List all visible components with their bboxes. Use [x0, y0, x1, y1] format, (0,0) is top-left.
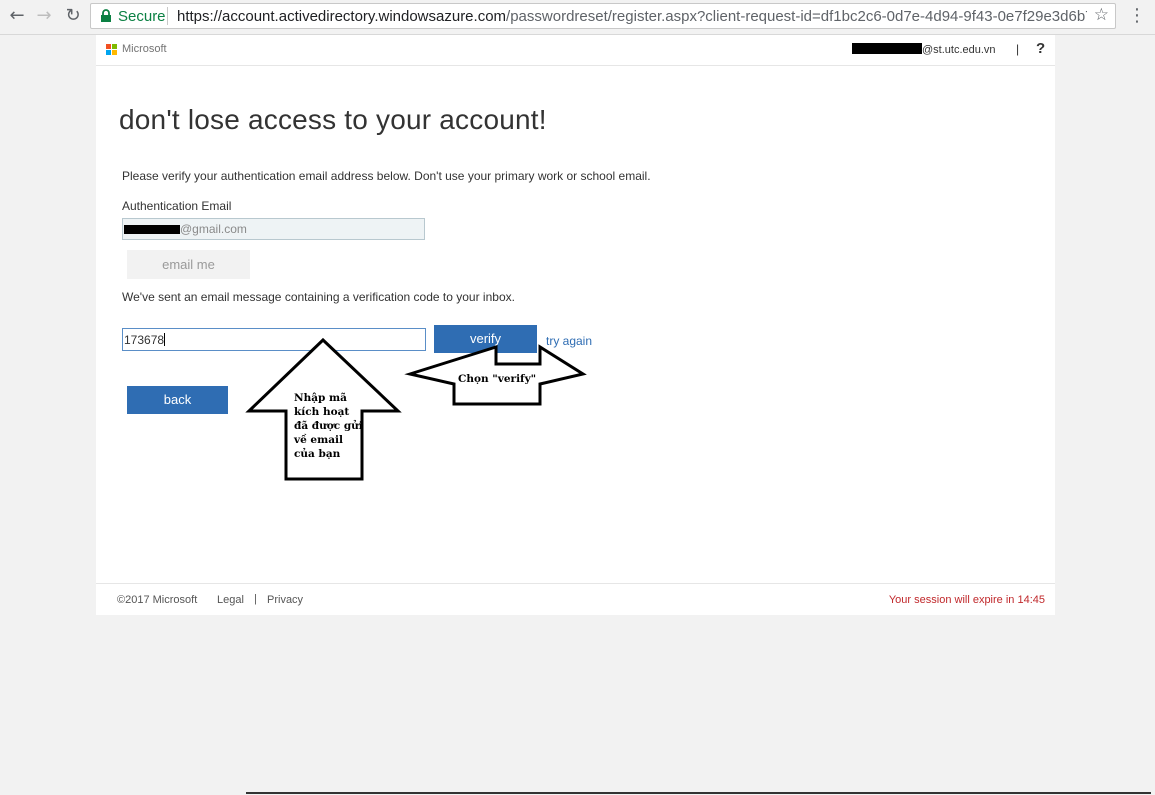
page-footer: ©2017 Microsoft Legal | Privacy Your ses…: [96, 583, 1055, 616]
auth-email-suffix: @gmail.com: [180, 222, 247, 236]
auth-email-field: @gmail.com: [122, 218, 425, 240]
address-divider: [167, 7, 168, 25]
url-text[interactable]: https://account.activedirectory.windowsa…: [177, 8, 1087, 25]
email-me-button[interactable]: email me: [127, 250, 250, 279]
redacted-block: [852, 43, 922, 54]
session-timer: Your session will expire in 14:45: [888, 594, 1045, 606]
page-title: don't lose access to your account!: [119, 104, 547, 135]
account-email-suffix: @st.utc.edu.vn: [922, 44, 996, 56]
back-arrow-icon[interactable]: ←: [6, 5, 28, 27]
instruction-text: Please verify your authentication email …: [122, 169, 651, 183]
try-again-link[interactable]: try again: [546, 334, 592, 348]
annotation-line: Nhập mã: [294, 392, 347, 404]
browser-toolbar: ← → ↻ Secure https://account.activedirec…: [0, 0, 1155, 35]
privacy-link[interactable]: Privacy: [267, 594, 303, 606]
footer-separator: |: [254, 593, 257, 605]
url-host: https://account.activedirectory.windowsa…: [177, 8, 507, 25]
redacted-block: [124, 225, 180, 234]
url-path: /passwordreset/register.aspx?client-requ…: [506, 8, 1087, 25]
sent-message: We've sent an email message containing a…: [122, 290, 515, 304]
auth-email-label: Authentication Email: [122, 199, 232, 213]
bookmark-star-icon[interactable]: ☆: [1094, 5, 1109, 25]
copyright-text: ©2017 Microsoft: [117, 594, 198, 606]
reload-icon[interactable]: ↻: [62, 5, 84, 27]
address-bar[interactable]: Secure https://account.activedirectory.w…: [90, 3, 1116, 29]
bottom-divider: [246, 792, 1151, 794]
legal-link[interactable]: Legal: [217, 594, 244, 606]
back-button[interactable]: back: [127, 386, 228, 414]
browser-menu-icon[interactable]: ⋮: [1128, 6, 1146, 26]
header-separator: |: [1016, 42, 1020, 56]
lock-icon: [101, 9, 111, 22]
account-email[interactable]: @st.utc.edu.vn: [852, 43, 996, 56]
microsoft-logo-icon: [106, 44, 118, 56]
help-icon[interactable]: ?: [1036, 40, 1045, 57]
forward-arrow-icon[interactable]: →: [33, 5, 55, 27]
annotation-choose-verify: Chọn "verify": [458, 373, 537, 385]
annotation-enter-code: Nhập mã kích hoạt đã được gửi về email c…: [294, 391, 366, 461]
annotation-line: của bạn: [294, 448, 341, 460]
verify-button[interactable]: verify: [434, 325, 537, 353]
annotation-line: đã được gửi: [294, 420, 363, 432]
page-container: Microsoft @st.utc.edu.vn | ? don't lose …: [96, 35, 1055, 615]
annotation-line: về email: [294, 434, 344, 446]
secure-label: Secure: [118, 8, 166, 25]
annotation-line: kích hoạt: [294, 406, 350, 418]
brand-name: Microsoft: [122, 43, 167, 55]
verification-code-input[interactable]: 173678: [122, 328, 426, 351]
page-header: Microsoft @st.utc.edu.vn | ?: [96, 35, 1055, 66]
